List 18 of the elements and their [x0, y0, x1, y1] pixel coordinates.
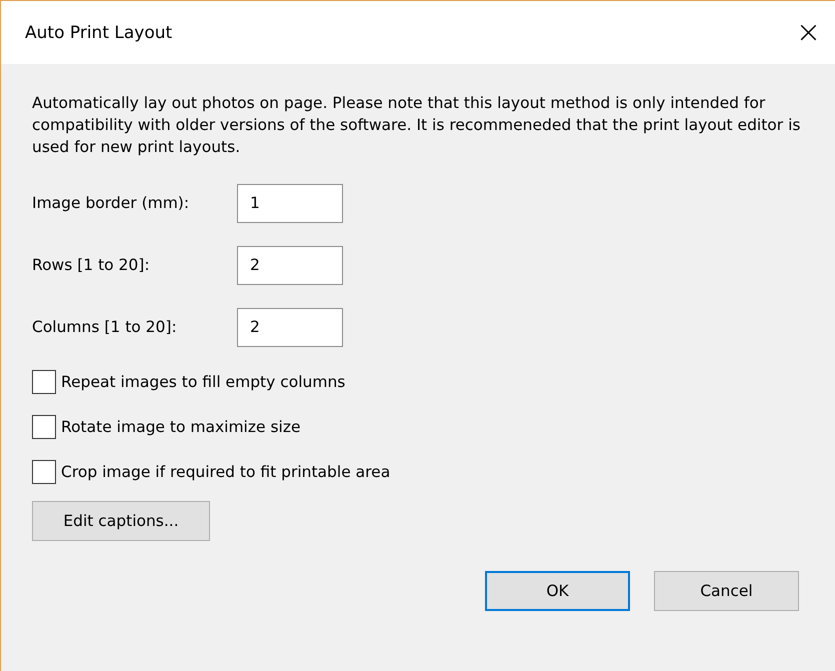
checkbox[interactable] — [32, 460, 56, 484]
description-text: Automatically lay out photos on page. Please note that this layout method is only intended for compatibility with older versions of the software. It is recommeneded that the print layout editor is used for new print layouts. — [32, 93, 802, 158]
field-label: Rows [1 to 20]: — [32, 256, 151, 274]
checkbox-label: Crop image if required to fit printable area — [61, 463, 390, 481]
close-button[interactable]: × — [790, 15, 827, 50]
checkbox[interactable] — [32, 370, 56, 394]
checkbox[interactable] — [32, 415, 56, 439]
dialog-button[interactable]: OK — [485, 571, 630, 611]
window-title: Auto Print Layout — [25, 22, 172, 42]
dialog-button[interactable]: Cancel — [654, 571, 799, 611]
field-label: Image border (mm): — [32, 194, 190, 212]
checkbox-label: Repeat images to fill empty columns — [61, 373, 346, 391]
input-field[interactable]: 1 — [237, 184, 343, 222]
input-field[interactable]: 2 — [237, 246, 343, 284]
field-label: Columns [1 to 20]: — [32, 318, 178, 336]
edit-captions-button[interactable]: Edit captions... — [32, 501, 210, 541]
input-field[interactable]: 2 — [237, 308, 343, 346]
checkbox-label: Rotate image to maximize size — [61, 418, 301, 436]
